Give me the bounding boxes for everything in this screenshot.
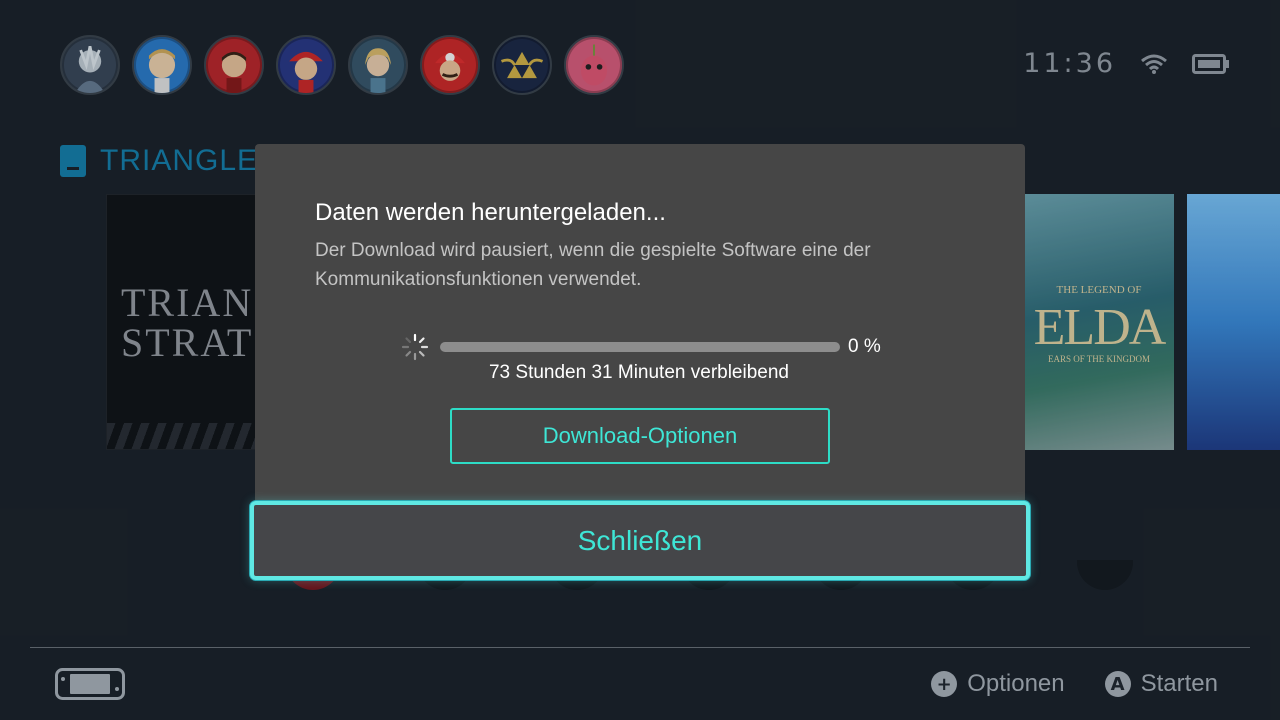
time-remaining: 73 Stunden 31 Minuten verbleibend — [255, 362, 1025, 384]
footer-actions: + Optionen A Starten — [931, 670, 1218, 698]
dialog-message: Der Download wird pausiert, wenn die ges… — [315, 240, 871, 290]
a-button-icon: A — [1104, 671, 1131, 697]
options-action[interactable]: + Optionen — [931, 670, 1065, 698]
download-progress: 0 % — [400, 332, 881, 362]
download-options-button[interactable]: Download-Optionen — [450, 408, 830, 464]
progress-bar — [440, 342, 840, 352]
close-button[interactable]: Schließen — [250, 501, 1030, 580]
close-button-label: Schließen — [577, 524, 703, 556]
footer-divider — [30, 647, 1250, 648]
switch-console-icon — [55, 668, 125, 700]
options-label: Optionen — [967, 670, 1065, 697]
loading-spinner-icon — [401, 333, 429, 361]
dialog-title: Daten werden heruntergeladen... — [315, 199, 666, 226]
plus-button-icon: + — [931, 671, 958, 697]
progress-percent: 0 % — [848, 336, 881, 357]
start-action[interactable]: A Starten — [1104, 670, 1218, 698]
time-remaining-text: 73 Stunden 31 Minuten verbleibend — [488, 362, 789, 383]
start-label: Starten — [1140, 670, 1218, 697]
